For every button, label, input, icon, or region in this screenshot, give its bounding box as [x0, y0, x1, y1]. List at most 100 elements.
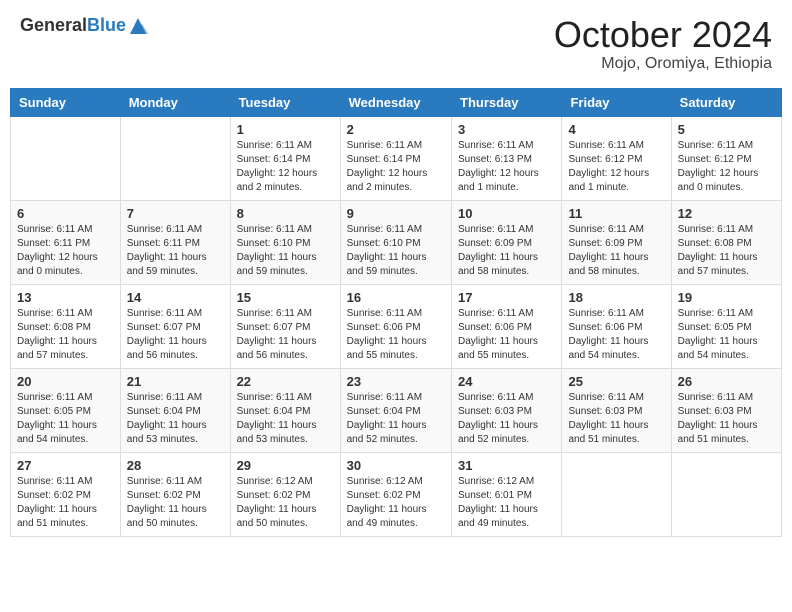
day-number: 12	[678, 206, 775, 221]
day-info: Sunrise: 6:11 AM Sunset: 6:04 PM Dayligh…	[347, 391, 445, 447]
day-number: 24	[458, 374, 555, 389]
day-number: 9	[347, 206, 445, 221]
day-info: Sunrise: 6:11 AM Sunset: 6:14 PM Dayligh…	[237, 139, 334, 195]
day-number: 19	[678, 290, 775, 305]
day-header-saturday: Saturday	[671, 88, 781, 116]
day-number: 16	[347, 290, 445, 305]
calendar-cell: 30 Sunrise: 6:12 AM Sunset: 6:02 PM Dayli…	[340, 452, 451, 536]
calendar-cell: 8Sunrise: 6:11 AM Sunset: 6:10 PM Daylig…	[230, 200, 340, 284]
day-info: Sunrise: 6:12 AM Sunset: 6:02 PM Dayligh…	[237, 475, 334, 531]
day-number: 20	[17, 374, 114, 389]
day-info: Sunrise: 6:11 AM Sunset: 6:12 PM Dayligh…	[678, 139, 775, 195]
calendar-cell: 2Sunrise: 6:11 AM Sunset: 6:14 PM Daylig…	[340, 116, 451, 200]
day-info: Sunrise: 6:11 AM Sunset: 6:02 PM Dayligh…	[127, 475, 224, 531]
page-header: GeneralBlue October 2024 Mojo, Oromiya, …	[10, 10, 782, 78]
day-info: Sunrise: 6:11 AM Sunset: 6:02 PM Dayligh…	[17, 475, 114, 531]
calendar-cell: 24 Sunrise: 6:11 AM Sunset: 6:03 PM Dayli…	[452, 368, 562, 452]
day-info: Sunrise: 6:11 AM Sunset: 6:03 PM Dayligh…	[458, 391, 555, 447]
day-info: Sunrise: 6:11 AM Sunset: 6:03 PM Dayligh…	[678, 391, 775, 447]
calendar-cell: 12 Sunrise: 6:11 AM Sunset: 6:08 PM Dayli…	[671, 200, 781, 284]
calendar-cell: 18Sunrise: 6:11 AM Sunset: 6:06 PM Dayli…	[562, 284, 671, 368]
calendar-cell: 19 Sunrise: 6:11 AM Sunset: 6:05 PM Dayli…	[671, 284, 781, 368]
day-header-tuesday: Tuesday	[230, 88, 340, 116]
day-number: 1	[237, 122, 334, 137]
day-number: 11	[568, 206, 664, 221]
day-header-friday: Friday	[562, 88, 671, 116]
day-info: Sunrise: 6:11 AM Sunset: 6:12 PM Dayligh…	[568, 139, 664, 195]
day-info: Sunrise: 6:11 AM Sunset: 6:08 PM Dayligh…	[678, 223, 775, 279]
day-number: 22	[237, 374, 334, 389]
day-info: Sunrise: 6:12 AM Sunset: 6:02 PM Dayligh…	[347, 475, 445, 531]
day-number: 28	[127, 458, 224, 473]
logo-text: GeneralBlue	[20, 15, 126, 36]
day-info: Sunrise: 6:11 AM Sunset: 6:10 PM Dayligh…	[347, 223, 445, 279]
day-number: 25	[568, 374, 664, 389]
calendar-cell: 4 Sunrise: 6:11 AM Sunset: 6:12 PM Daylig…	[562, 116, 671, 200]
week-row-2: 6 Sunrise: 6:11 AM Sunset: 6:11 PM Daylig…	[11, 200, 782, 284]
day-number: 4	[568, 122, 664, 137]
calendar-cell: 26 Sunrise: 6:11 AM Sunset: 6:03 PM Dayli…	[671, 368, 781, 452]
day-number: 27	[17, 458, 114, 473]
day-number: 23	[347, 374, 445, 389]
day-info: Sunrise: 6:11 AM Sunset: 6:03 PM Dayligh…	[568, 391, 664, 447]
calendar-cell: 13Sunrise: 6:11 AM Sunset: 6:08 PM Dayli…	[11, 284, 121, 368]
calendar-cell: 1 Sunrise: 6:11 AM Sunset: 6:14 PM Daylig…	[230, 116, 340, 200]
day-info: Sunrise: 6:11 AM Sunset: 6:05 PM Dayligh…	[678, 307, 775, 363]
calendar-cell: 7 Sunrise: 6:11 AM Sunset: 6:11 PM Daylig…	[120, 200, 230, 284]
day-info: Sunrise: 6:11 AM Sunset: 6:07 PM Dayligh…	[237, 307, 334, 363]
calendar-cell: 17 Sunrise: 6:11 AM Sunset: 6:06 PM Dayli…	[452, 284, 562, 368]
calendar-cell: 5 Sunrise: 6:11 AM Sunset: 6:12 PM Daylig…	[671, 116, 781, 200]
day-info: Sunrise: 6:11 AM Sunset: 6:05 PM Dayligh…	[17, 391, 114, 447]
calendar-cell	[120, 116, 230, 200]
calendar-cell: 22 Sunrise: 6:11 AM Sunset: 6:04 PM Dayli…	[230, 368, 340, 452]
calendar-cell	[671, 452, 781, 536]
day-number: 10	[458, 206, 555, 221]
calendar-table: SundayMondayTuesdayWednesdayThursdayFrid…	[10, 88, 782, 537]
calendar-cell: 21 Sunrise: 6:11 AM Sunset: 6:04 PM Dayli…	[120, 368, 230, 452]
day-info: Sunrise: 6:11 AM Sunset: 6:06 PM Dayligh…	[568, 307, 664, 363]
day-info: Sunrise: 6:11 AM Sunset: 6:10 PM Dayligh…	[237, 223, 334, 279]
day-number: 26	[678, 374, 775, 389]
logo-icon	[128, 16, 148, 36]
header-row: SundayMondayTuesdayWednesdayThursdayFrid…	[11, 88, 782, 116]
location: Mojo, Oromiya, Ethiopia	[554, 55, 772, 73]
day-number: 7	[127, 206, 224, 221]
day-info: Sunrise: 6:11 AM Sunset: 6:04 PM Dayligh…	[127, 391, 224, 447]
calendar-cell: 20 Sunrise: 6:11 AM Sunset: 6:05 PM Dayli…	[11, 368, 121, 452]
day-number: 17	[458, 290, 555, 305]
week-row-4: 20 Sunrise: 6:11 AM Sunset: 6:05 PM Dayli…	[11, 368, 782, 452]
day-info: Sunrise: 6:11 AM Sunset: 6:07 PM Dayligh…	[127, 307, 224, 363]
calendar-cell: 29Sunrise: 6:12 AM Sunset: 6:02 PM Dayli…	[230, 452, 340, 536]
day-number: 31	[458, 458, 555, 473]
week-row-5: 27 Sunrise: 6:11 AM Sunset: 6:02 PM Dayli…	[11, 452, 782, 536]
day-number: 14	[127, 290, 224, 305]
day-info: Sunrise: 6:11 AM Sunset: 6:11 PM Dayligh…	[17, 223, 114, 279]
day-number: 5	[678, 122, 775, 137]
day-info: Sunrise: 6:11 AM Sunset: 6:13 PM Dayligh…	[458, 139, 555, 195]
day-number: 30	[347, 458, 445, 473]
day-info: Sunrise: 6:11 AM Sunset: 6:06 PM Dayligh…	[347, 307, 445, 363]
day-info: Sunrise: 6:11 AM Sunset: 6:09 PM Dayligh…	[458, 223, 555, 279]
calendar-cell: 16 Sunrise: 6:11 AM Sunset: 6:06 PM Dayli…	[340, 284, 451, 368]
day-header-wednesday: Wednesday	[340, 88, 451, 116]
calendar-cell: 15Sunrise: 6:11 AM Sunset: 6:07 PM Dayli…	[230, 284, 340, 368]
day-number: 2	[347, 122, 445, 137]
calendar-cell: 3Sunrise: 6:11 AM Sunset: 6:13 PM Daylig…	[452, 116, 562, 200]
calendar-cell: 28 Sunrise: 6:11 AM Sunset: 6:02 PM Dayli…	[120, 452, 230, 536]
day-header-monday: Monday	[120, 88, 230, 116]
week-row-1: 1 Sunrise: 6:11 AM Sunset: 6:14 PM Daylig…	[11, 116, 782, 200]
day-info: Sunrise: 6:11 AM Sunset: 6:04 PM Dayligh…	[237, 391, 334, 447]
logo: GeneralBlue	[20, 15, 148, 36]
title-section: October 2024 Mojo, Oromiya, Ethiopia	[554, 15, 772, 73]
day-info: Sunrise: 6:11 AM Sunset: 6:08 PM Dayligh…	[17, 307, 114, 363]
day-number: 6	[17, 206, 114, 221]
day-info: Sunrise: 6:11 AM Sunset: 6:11 PM Dayligh…	[127, 223, 224, 279]
calendar-cell: 14 Sunrise: 6:11 AM Sunset: 6:07 PM Dayli…	[120, 284, 230, 368]
day-header-thursday: Thursday	[452, 88, 562, 116]
logo-blue: Blue	[87, 15, 126, 35]
calendar-cell: 25 Sunrise: 6:11 AM Sunset: 6:03 PM Dayli…	[562, 368, 671, 452]
calendar-cell: 11Sunrise: 6:11 AM Sunset: 6:09 PM Dayli…	[562, 200, 671, 284]
day-info: Sunrise: 6:11 AM Sunset: 6:06 PM Dayligh…	[458, 307, 555, 363]
calendar-cell: 27 Sunrise: 6:11 AM Sunset: 6:02 PM Dayli…	[11, 452, 121, 536]
day-number: 21	[127, 374, 224, 389]
